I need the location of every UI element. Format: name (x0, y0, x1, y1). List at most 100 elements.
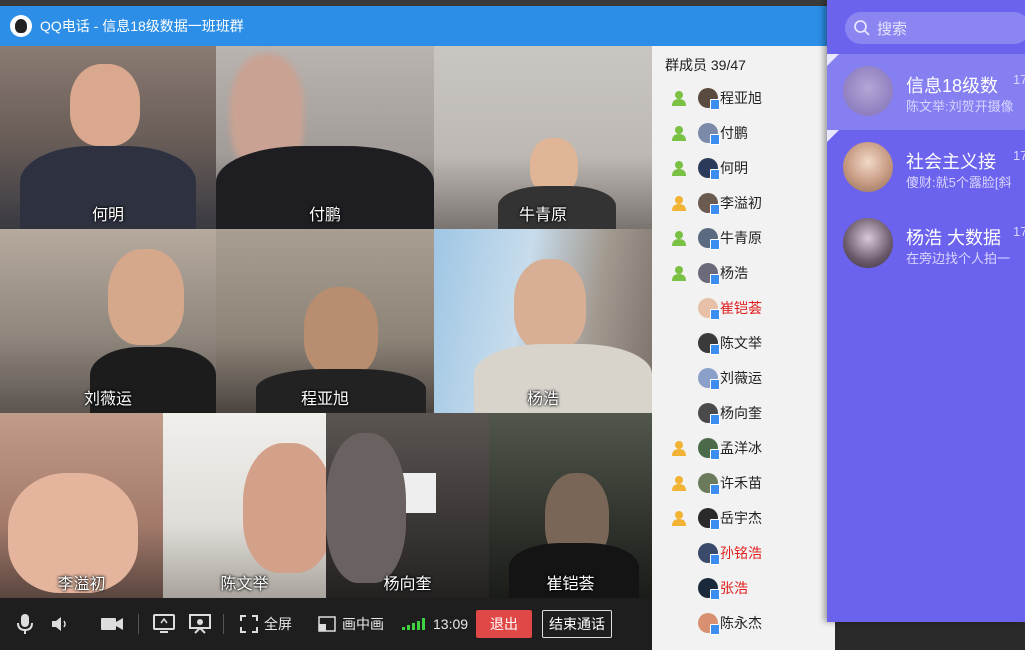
chat-item[interactable]: 杨浩 大数据 17 在旁边找个人拍一 (827, 206, 1025, 282)
fullscreen-icon (240, 615, 258, 633)
pin-marker-icon (827, 130, 839, 142)
exit-button[interactable]: 退出 (476, 610, 533, 638)
participant-name: 程亚旭 (300, 391, 349, 408)
member-row[interactable]: 杨浩 (652, 255, 835, 290)
camera-icon[interactable] (100, 598, 124, 650)
member-role-icon (670, 89, 688, 107)
member-avatar (698, 402, 720, 425)
participant-name: 牛青原 (518, 207, 567, 224)
member-row[interactable]: 付鹏 (652, 115, 835, 150)
screen-share-icon[interactable] (153, 598, 175, 650)
video-tile[interactable]: 付鹏 (216, 46, 434, 229)
chat-time: 17 (1013, 224, 1025, 239)
qq-call-window: QQ电话 - 信息18级数据一班班群 何明 付鹏 牛青原 刘薇运 程亚旭 杨浩 … (0, 6, 835, 650)
divider (223, 614, 224, 634)
member-avatar (698, 577, 720, 600)
participant-name: 刘薇运 (83, 391, 132, 408)
video-grid: 何明 付鹏 牛青原 刘薇运 程亚旭 杨浩 李溢初 陈文举 杨向奎 崔铠荟 (0, 46, 652, 598)
member-row[interactable]: 张浩 (652, 570, 835, 605)
presentation-icon[interactable] (189, 598, 211, 650)
member-name: 牛青原 (720, 229, 762, 246)
member-list: 群成员 39/47 程亚旭付鹏何明李溢初牛青原杨浩崔铠荟陈文举刘薇运杨向奎孟洋冰… (652, 46, 835, 650)
member-avatar (698, 367, 720, 390)
call-control-bar: 全屏 画中画 13:09 退出 结束通话 (0, 598, 652, 650)
member-row[interactable]: 牛青原 (652, 220, 835, 255)
member-name: 张浩 (720, 579, 748, 596)
member-row[interactable]: 程亚旭 (652, 80, 835, 115)
video-tile[interactable]: 崔铠荟 (489, 413, 652, 598)
search-placeholder: 搜索 (877, 20, 908, 38)
member-row[interactable]: 何明 (652, 150, 835, 185)
chat-list-panel: 搜索 信息18级数 17 陈文举:刘贺开摄像 社会主义接 17 傻财:就5个露脸… (827, 0, 1025, 622)
member-row[interactable]: 刘薇运 (652, 360, 835, 395)
member-row[interactable]: 杨向奎 (652, 395, 835, 430)
member-name: 陈文举 (720, 334, 762, 351)
video-tile[interactable]: 何明 (0, 46, 216, 229)
member-name: 岳宇杰 (720, 509, 762, 526)
member-row[interactable]: 岳宇杰 (652, 500, 835, 535)
video-tile[interactable]: 刘薇运 (0, 229, 216, 413)
video-tile[interactable]: 李溢初 (0, 413, 163, 598)
member-row[interactable]: 陈永杰 (652, 605, 835, 640)
chat-title: 杨浩 大数据 (906, 228, 1002, 248)
member-row[interactable]: 孙铭浩 (652, 535, 835, 570)
member-role-icon (670, 474, 688, 492)
chat-item[interactable]: 信息18级数 17 陈文举:刘贺开摄像 (827, 54, 1025, 130)
member-avatar (698, 437, 720, 460)
member-avatar (698, 332, 720, 355)
member-row[interactable]: 孟洋冰 (652, 430, 835, 465)
member-name: 付鹏 (720, 124, 748, 141)
video-tile[interactable]: 杨浩 (434, 229, 652, 413)
title-bar: QQ电话 - 信息18级数据一班班群 (0, 6, 835, 46)
member-avatar (698, 87, 720, 110)
pip-label: 画中画 (342, 616, 384, 632)
member-name: 李溢初 (720, 194, 762, 211)
fullscreen-label: 全屏 (264, 616, 292, 632)
member-avatar (698, 542, 720, 565)
member-name: 杨浩 (720, 264, 748, 281)
member-avatar (698, 227, 720, 250)
member-name: 崔铠荟 (720, 299, 762, 316)
video-tile[interactable]: 陈文举 (163, 413, 326, 598)
member-avatar (698, 507, 720, 530)
member-avatar (698, 122, 720, 145)
search-input[interactable]: 搜索 (845, 12, 1025, 44)
chat-title: 信息18级数 (906, 76, 999, 96)
fullscreen-button[interactable]: 全屏 (240, 598, 292, 650)
member-name: 孟洋冰 (720, 439, 762, 456)
member-row[interactable]: 崔铠荟 (652, 290, 835, 325)
member-row[interactable]: 陈文举 (652, 325, 835, 360)
participant-name: 何明 (91, 207, 124, 224)
group-avatar (843, 142, 893, 192)
member-avatar (698, 157, 720, 180)
video-tile[interactable]: 杨向奎 (326, 413, 489, 598)
video-tile[interactable]: 程亚旭 (216, 229, 434, 413)
participant-name: 李溢初 (57, 576, 106, 593)
video-tile[interactable]: 牛青原 (434, 46, 652, 229)
search-icon (854, 20, 870, 36)
microphone-icon[interactable] (16, 598, 34, 650)
participant-name: 付鹏 (308, 207, 341, 224)
member-row[interactable]: 李溢初 (652, 185, 835, 220)
member-name: 孙铭浩 (720, 544, 762, 561)
speaker-icon[interactable] (50, 598, 70, 650)
pin-marker-icon (827, 54, 839, 66)
chat-item[interactable]: 社会主义接 17 傻财:就5个露脸[斜 (827, 130, 1025, 206)
member-name: 陈永杰 (720, 614, 762, 631)
member-avatar (698, 262, 720, 285)
member-name: 许禾苗 (720, 474, 762, 491)
member-name: 刘薇运 (720, 369, 762, 386)
member-name: 杨向奎 (720, 404, 762, 421)
call-duration: 13:09 (433, 616, 469, 632)
member-avatar (698, 297, 720, 320)
member-avatar (698, 472, 720, 495)
end-call-button[interactable]: 结束通话 (542, 610, 613, 638)
member-name: 何明 (720, 159, 748, 176)
signal-strength-icon (402, 618, 425, 630)
member-row[interactable]: 许禾苗 (652, 465, 835, 500)
picture-in-picture-button[interactable]: 画中画 (318, 598, 384, 650)
member-name: 程亚旭 (720, 89, 762, 106)
chat-preview: 傻财:就5个露脸[斜 (906, 175, 1012, 190)
member-count: 群成员 39/47 (665, 57, 746, 73)
member-role-icon (670, 159, 688, 177)
